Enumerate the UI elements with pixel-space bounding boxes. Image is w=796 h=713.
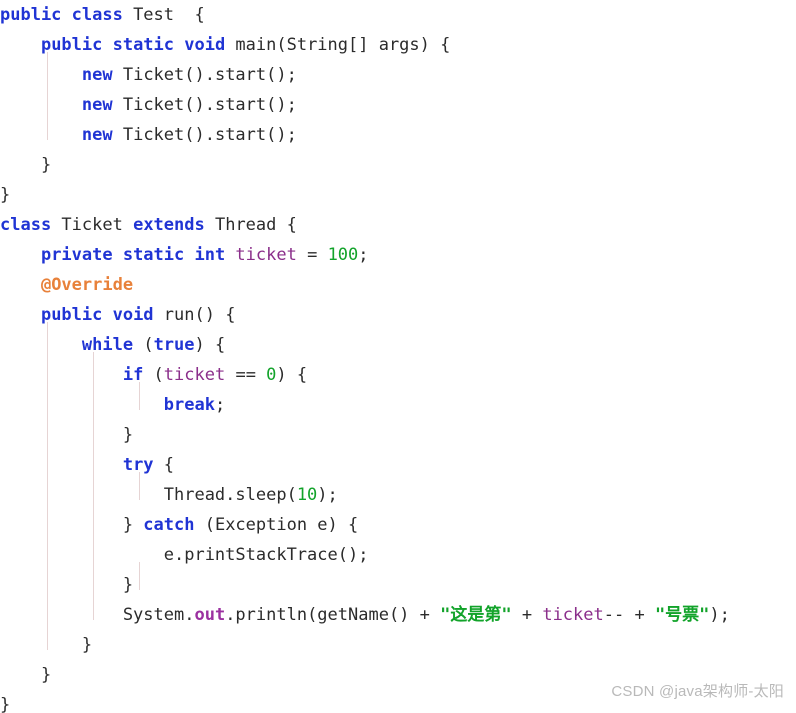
code-token: Ticket <box>61 215 134 235</box>
code-token: ); <box>317 485 338 505</box>
code-line[interactable]: public void run() { <box>0 300 796 330</box>
code-line[interactable]: Thread.sleep(10); <box>0 480 796 510</box>
code-screenshot: public class Test { public static void m… <box>0 0 796 713</box>
code-line[interactable]: new Ticket().start(); <box>0 90 796 120</box>
code-token: } <box>0 185 11 205</box>
code-token: Ticket().start(); <box>122 65 297 85</box>
code-token: new <box>81 95 123 115</box>
code-token: = <box>296 245 328 265</box>
code-line[interactable]: private static int ticket = 100; <box>0 240 796 270</box>
code-token: { <box>163 455 175 475</box>
code-token: public void <box>40 305 164 325</box>
code-line[interactable]: break; <box>0 390 796 420</box>
code-line[interactable]: } <box>0 570 796 600</box>
code-token: new <box>81 125 123 145</box>
code-line[interactable]: public class Test { <box>0 0 796 30</box>
code-token: (Exception e) { <box>204 515 359 535</box>
code-token: true <box>153 335 195 355</box>
code-token: e.printStackTrace(); <box>0 545 369 565</box>
code-token: "这是第" <box>440 605 512 625</box>
code-token: run() { <box>163 305 236 325</box>
code-token: public static void <box>40 35 236 55</box>
code-token: private static int <box>40 245 236 265</box>
code-line[interactable]: } <box>0 180 796 210</box>
code-token: Thread.sleep( <box>0 485 297 505</box>
code-line[interactable]: try { <box>0 450 796 480</box>
code-line[interactable]: new Ticket().start(); <box>0 60 796 90</box>
code-line[interactable]: class Ticket extends Thread { <box>0 210 796 240</box>
code-token: .println(getName() + <box>225 605 441 625</box>
code-line[interactable]: } <box>0 150 796 180</box>
code-line[interactable]: @Override <box>0 270 796 300</box>
code-token: class <box>0 215 62 235</box>
code-token: ) { <box>194 335 226 355</box>
code-text-layer: public class Test { public static void m… <box>0 0 796 713</box>
code-line[interactable]: if (ticket == 0) { <box>0 360 796 390</box>
code-token: } <box>0 155 52 175</box>
code-token: break <box>163 395 215 415</box>
code-token: ); <box>709 605 730 625</box>
code-token: } <box>0 575 134 595</box>
code-line[interactable]: } <box>0 420 796 450</box>
code-token: Ticket().start(); <box>122 95 297 115</box>
code-token: } <box>0 635 93 655</box>
code-block[interactable]: public class Test { public static void m… <box>0 0 796 713</box>
code-token: == <box>225 365 267 385</box>
code-token: System. <box>0 605 195 625</box>
code-token: ( <box>143 335 154 355</box>
code-token: + <box>511 605 543 625</box>
code-line[interactable]: e.printStackTrace(); <box>0 540 796 570</box>
code-token: } <box>0 695 11 713</box>
code-token: "号票" <box>654 605 710 625</box>
code-token: Ticket().start(); <box>122 125 297 145</box>
code-token: if <box>122 365 154 385</box>
code-line[interactable]: } <box>0 690 796 713</box>
code-token: } <box>0 665 52 685</box>
code-token: } <box>0 425 134 445</box>
code-token: ticket <box>542 605 604 625</box>
code-line[interactable]: System.out.println(getName() + "这是第" + t… <box>0 600 796 630</box>
code-token: catch <box>143 515 205 535</box>
code-line[interactable]: public static void main(String[] args) { <box>0 30 796 60</box>
code-line[interactable]: new Ticket().start(); <box>0 120 796 150</box>
code-token: public class <box>0 5 134 25</box>
code-token: ; <box>358 245 369 265</box>
code-token: @Override <box>40 275 134 295</box>
code-token: while <box>81 335 144 355</box>
code-token: ticket <box>163 365 226 385</box>
code-token: } <box>0 515 144 535</box>
code-token: 100 <box>327 245 359 265</box>
code-token: 0 <box>266 365 277 385</box>
code-token: 10 <box>296 485 318 505</box>
code-token: ticket <box>235 245 297 265</box>
code-line[interactable]: } <box>0 660 796 690</box>
code-token: main(String[] args) { <box>235 35 451 55</box>
code-token: ; <box>214 395 226 415</box>
code-token: ( <box>153 365 164 385</box>
code-token: new <box>81 65 123 85</box>
code-line[interactable]: } <box>0 630 796 660</box>
code-token: extends <box>133 215 215 235</box>
code-token: Thread { <box>214 215 297 235</box>
code-line[interactable]: } catch (Exception e) { <box>0 510 796 540</box>
code-token: out <box>194 605 226 625</box>
code-token: try <box>122 455 164 475</box>
code-token: ) { <box>276 365 308 385</box>
code-line[interactable]: while (true) { <box>0 330 796 360</box>
code-token: Test { <box>133 5 205 25</box>
code-token: -- + <box>603 605 655 625</box>
